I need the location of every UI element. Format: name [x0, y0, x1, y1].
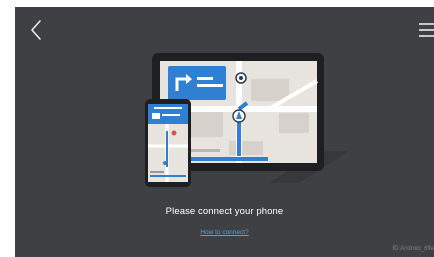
how-to-connect-link[interactable]: How to connect?: [15, 229, 434, 236]
phone-to-car-illustration: [145, 53, 349, 187]
menu-button[interactable]: [416, 19, 434, 41]
connect-phone-message: Please connect your phone: [165, 206, 284, 217]
connect-phone-screen: Please connect your phone How to connect…: [15, 7, 434, 257]
chevron-left-icon: [31, 20, 41, 40]
hamburger-menu-icon: [419, 23, 434, 37]
device-id-watermark: ID:Android_6ffe: [392, 246, 434, 252]
back-button[interactable]: [25, 15, 49, 45]
